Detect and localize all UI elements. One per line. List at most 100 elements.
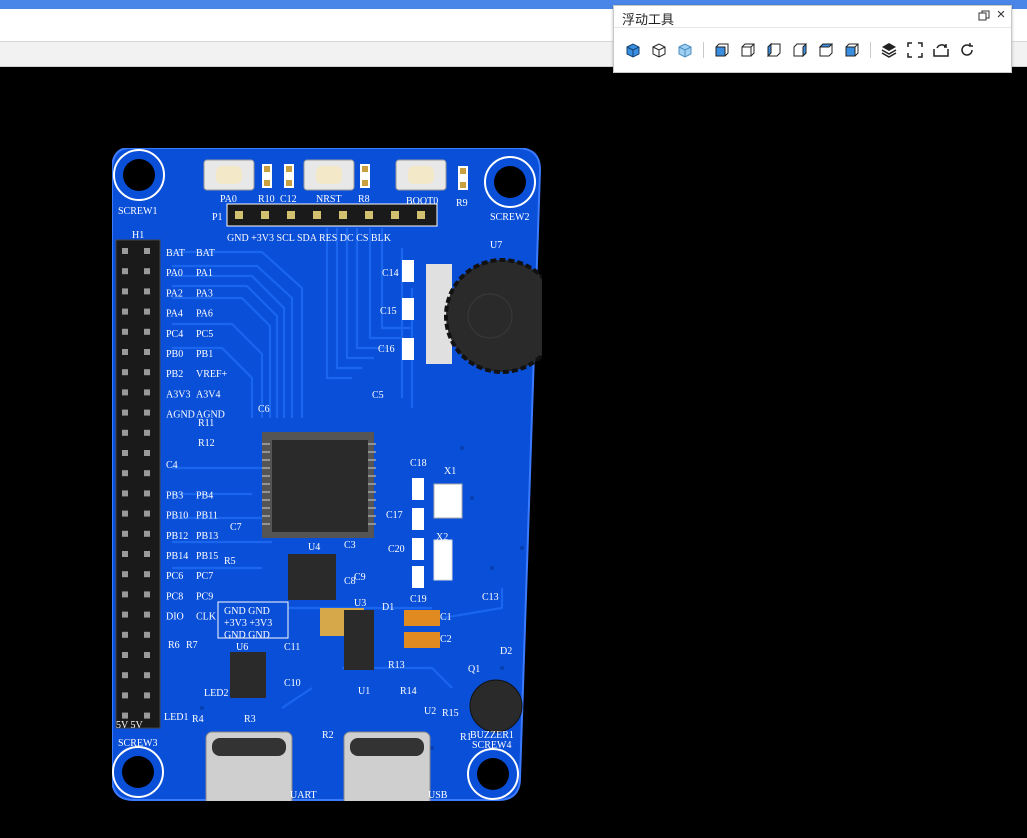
ref-label: R2: [322, 730, 334, 741]
ref-label: C20: [388, 544, 405, 555]
header-pin: [144, 429, 150, 436]
ref-label: R12: [198, 438, 215, 449]
view-back-icon[interactable]: [735, 38, 761, 62]
header-pin: [144, 611, 150, 618]
close-icon[interactable]: ×: [994, 7, 1008, 22]
view-front-icon[interactable]: [709, 38, 735, 62]
header-pin: [144, 591, 150, 598]
ref-label: C10: [284, 678, 301, 689]
header-pin: [144, 712, 150, 719]
ref-label: C6: [258, 404, 270, 415]
cap-c1: [404, 610, 440, 626]
header-pin: [122, 349, 128, 355]
header-pin: [122, 631, 128, 638]
refresh-icon[interactable]: [954, 38, 980, 62]
header-pin: [122, 652, 128, 658]
header-pin: [144, 470, 150, 477]
ref-p1: P1: [212, 212, 223, 223]
view-bottom-icon[interactable]: [839, 38, 865, 62]
header-pin: [122, 268, 128, 275]
cap-c2: [404, 632, 440, 648]
mcu-chip: [272, 440, 368, 532]
header-pin: [122, 530, 128, 537]
header-pin: [122, 429, 128, 436]
header-left-label: PA2: [166, 288, 183, 299]
header-left-label: DIO: [166, 612, 184, 623]
ic-u4: [288, 554, 336, 600]
ref-label: Q1: [468, 664, 480, 675]
header-pin: [144, 349, 150, 355]
ref-label: BUZZER1: [470, 730, 514, 741]
pcb-board-render[interactable]: SCREW1 SCREW2 SCREW3 SCREW4 PA0 NRST BOO…: [111, 147, 560, 809]
ref-label: LED2: [204, 688, 228, 699]
header-right-label: PC5: [196, 329, 213, 340]
fit-view-icon[interactable]: [902, 38, 928, 62]
floating-toolbar-title: 浮动工具: [622, 12, 675, 27]
tact-buttons: [203, 159, 447, 191]
view-iso-transparent-icon[interactable]: [672, 38, 698, 62]
ref-label: C19: [410, 594, 427, 605]
ref-label: R3: [244, 714, 256, 725]
header-pin: [144, 268, 150, 275]
header-right-label: PB15: [196, 551, 218, 562]
header-right-label: PB1: [196, 349, 213, 360]
header-pin: [122, 308, 128, 315]
ref-u7: U7: [490, 240, 502, 251]
ref-h1: H1: [132, 230, 144, 241]
header-pin: [144, 672, 150, 679]
usb-port-opening: [350, 738, 424, 756]
ref-label: 5V 5V: [116, 720, 144, 731]
ic-u6: [230, 652, 266, 698]
gnd-label-2: +3V3 +3V3: [224, 618, 272, 629]
ref-r9: R9: [456, 198, 468, 209]
header-left-label: PC4: [166, 329, 183, 340]
ref-label: U6: [236, 642, 248, 653]
buzzer1: [469, 679, 523, 733]
button-nrst-label: NRST: [316, 194, 342, 205]
ref-label: R11: [198, 418, 214, 429]
header-pin: [122, 389, 128, 396]
ref-label: R4: [192, 714, 204, 725]
header-right-label: PB13: [196, 531, 218, 542]
header-right-label: PA6: [196, 309, 213, 320]
restore-window-icon[interactable]: [978, 10, 990, 22]
header-left-label: PA0: [166, 268, 183, 279]
header-left-label: PC6: [166, 571, 183, 582]
header-left-label: PB14: [166, 551, 188, 562]
ref-label: C9: [354, 572, 366, 583]
header-left-label: PB12: [166, 531, 188, 542]
header-right-label: A3V4: [196, 389, 220, 400]
toolbar-separator: [703, 42, 704, 58]
view-right-icon[interactable]: [787, 38, 813, 62]
header-pin: [144, 248, 150, 254]
flip-board-icon[interactable]: [928, 38, 954, 62]
header-right-label: BAT: [196, 248, 215, 259]
ref-label: R15: [442, 708, 459, 719]
header-pin: [122, 672, 128, 679]
header-left-label: A3V3: [166, 389, 190, 400]
ref-label: LED1: [164, 712, 188, 723]
floating-toolbar: 浮动工具 ×: [613, 5, 1012, 73]
gnd-label-1: GND GND: [224, 606, 270, 617]
header-pin: [122, 510, 128, 517]
view-left-icon[interactable]: [761, 38, 787, 62]
ref-label: X2: [436, 532, 448, 543]
ref-label: C15: [380, 306, 397, 317]
header-pin: [144, 409, 150, 416]
screw2-label: SCREW2: [490, 212, 529, 223]
ref-label: U3: [354, 598, 366, 609]
header-right-label: VREF+: [196, 369, 228, 380]
ic-u3: [344, 610, 374, 670]
view-iso-wire-icon[interactable]: [646, 38, 672, 62]
layers-icon[interactable]: [876, 38, 902, 62]
ref-label: R6: [168, 640, 180, 651]
view-top-icon[interactable]: [813, 38, 839, 62]
uart-port-opening: [212, 738, 286, 756]
ref-label: C17: [386, 510, 403, 521]
header-left-label: PB3: [166, 490, 183, 501]
header-pin: [122, 551, 128, 557]
header-pin: [144, 692, 150, 699]
view-iso-shaded-icon[interactable]: [620, 38, 646, 62]
crystal-x2: [433, 539, 453, 581]
toolbar-separator: [870, 42, 871, 58]
